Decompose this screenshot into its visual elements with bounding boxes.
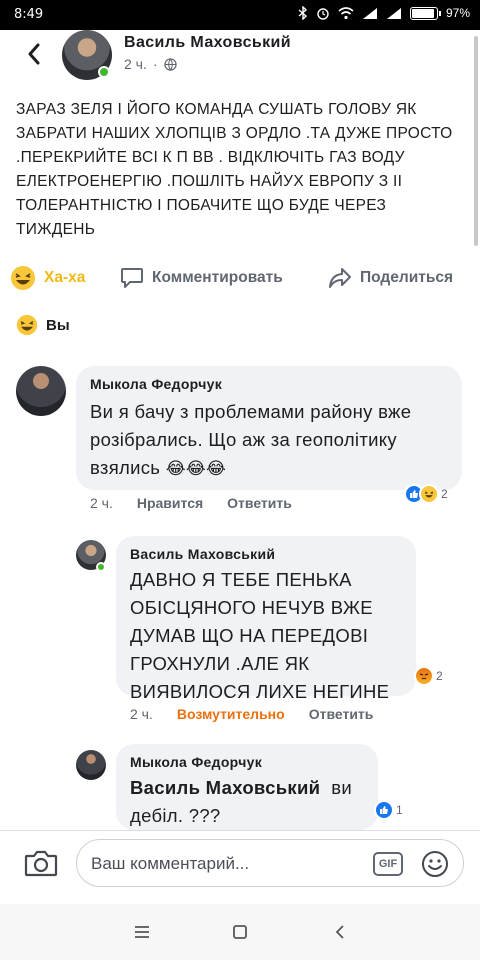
scrollbar[interactable] [474,36,478,246]
comment-reactions[interactable]: 2 [414,666,443,686]
reply-avatar[interactable] [76,750,106,780]
comment-meta: 2 ч. Нравится Ответить [90,495,292,511]
haha-icon [419,484,439,504]
home-icon[interactable] [228,920,252,944]
laughing-emoji: 😂😂😂 [165,459,227,479]
comment-bubble: Мыкола Федорчук Василь Маховський ви деб… [116,744,378,830]
like-comment-button[interactable]: Нравится [137,495,203,511]
angry-reaction-button[interactable]: Возмутительно [177,706,285,722]
comment-author[interactable]: Мыкола Федорчук [90,376,448,392]
reply-button[interactable]: Ответить [227,495,292,511]
signal-2-icon [386,8,401,19]
status-time: 8:49 [14,7,44,22]
haha-icon [11,266,35,290]
comment-bubble: Мыкола Федорчук Ви я бачу з проблемами р… [76,366,462,490]
post-header: Василь Маховський 2 ч. · [0,30,480,90]
post-actions: Ха-ха Комментировать Поделиться [0,258,480,298]
reply-button[interactable]: Ответить [309,706,374,722]
comment-author[interactable]: Василь Маховський [130,546,402,562]
reaction-count: 2 [441,487,448,501]
comment-reactions[interactable]: 1 [374,800,403,820]
battery-icon [409,6,441,20]
wifi-icon [338,7,354,20]
reactions-summary[interactable]: Вы [16,314,70,336]
comment-button[interactable]: Комментировать [120,258,283,298]
comment-input-wrapper[interactable]: GIF [76,839,464,887]
comment-time: 2 ч. [90,495,113,511]
menu-icon[interactable] [130,920,154,944]
like-icon [374,800,394,820]
back-icon[interactable] [328,920,352,944]
system-nav-bar [0,904,480,960]
haha-icon [16,314,38,336]
post-text: ЗАРАЗ ЗЕЛЯ І ЙОГО КОМАНДА СУШАТЬ ГОЛОВУ … [16,101,453,238]
comment-text: Ви я бачу з проблемами району вже розібр… [90,401,412,479]
camera-icon[interactable] [24,849,58,877]
angry-icon [414,666,434,686]
alarm-icon [317,8,329,20]
commenter-avatar[interactable] [16,366,66,416]
comment-icon [121,268,143,288]
online-indicator [96,562,106,572]
comment-reactions[interactable]: 2 [404,484,448,504]
mention-link[interactable]: Василь Маховський [130,777,320,798]
back-arrow-icon[interactable] [18,38,50,70]
comment-text: Василь Маховський ви дебіл. ??? [130,777,352,826]
globe-icon [163,57,177,71]
share-button[interactable]: Поделиться [328,258,453,298]
haha-reaction-button[interactable]: Ха-ха [10,258,85,298]
post-meta: 2 ч. · [124,56,177,72]
comment-meta: 2 ч. Возмутительно Ответить [130,706,373,722]
comment-text: ДАВНО Я ТЕБЕ ПЕНЬКА ОБІСЦЯНОГО НЕЧУВ ВЖЕ… [130,569,390,702]
bluetooth-icon [298,6,307,20]
comment-input[interactable] [91,850,361,878]
comment-composer: GIF [0,830,480,896]
status-bar: 8:49 97% [0,0,480,30]
battery-percent: 97% [445,6,470,20]
comment-bubble: Василь Маховський ДАВНО Я ТЕБЕ ПЕНЬКА ОБ… [116,536,416,702]
smile-icon[interactable] [421,850,449,878]
online-indicator [98,66,110,78]
reaction-count: 1 [396,803,403,817]
share-icon [329,268,351,288]
post-author-name[interactable]: Василь Маховський [124,34,291,52]
comment-time: 2 ч. [130,706,153,722]
reaction-count: 2 [436,669,443,683]
post-time: 2 ч. [124,56,147,72]
signal-icon [362,8,377,19]
status-icons: 97% [298,6,470,20]
gif-button[interactable]: GIF [373,852,403,876]
comment-author[interactable]: Мыкола Федорчук [130,754,364,770]
